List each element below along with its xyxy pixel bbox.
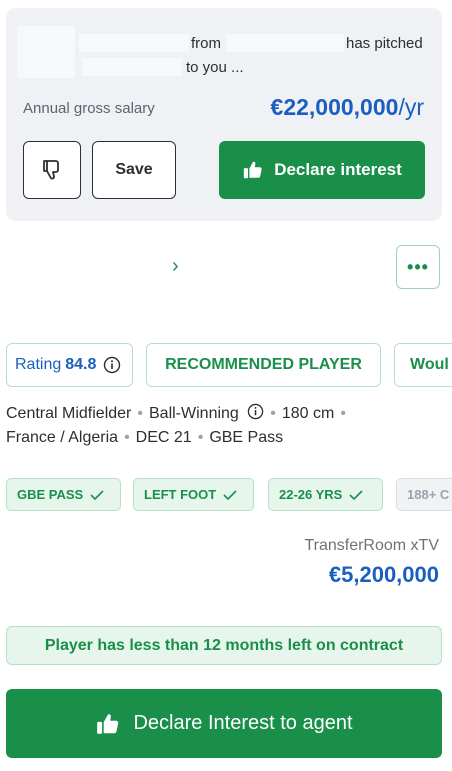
save-label: Save: [115, 161, 153, 178]
separator-dot: •: [270, 405, 276, 422]
nationality-text: France / Algeria: [6, 429, 119, 446]
info-icon[interactable]: [247, 403, 264, 420]
role-text: Ball-Winning: [149, 405, 239, 422]
rating-value: 84.8: [65, 356, 97, 373]
separator-dot: •: [197, 429, 204, 446]
pitched-text: has pitched: [346, 35, 423, 52]
thumbs-up-icon: [244, 161, 262, 179]
dob-text: DEC 21: [135, 429, 192, 446]
tag-label: 22-26 YRS: [279, 487, 343, 502]
check-icon: [223, 489, 237, 500]
contract-warning-text: Player has less than 12 months left on c…: [44, 636, 404, 654]
save-button[interactable]: Save: [92, 141, 176, 199]
recommended-player-chip[interactable]: RECOMMENDED PLAYER: [146, 343, 381, 387]
partial-chip-label: Woul: [410, 356, 449, 373]
salary-label: Annual gross salary: [23, 100, 155, 117]
declare-interest-to-agent-button[interactable]: Declare Interest to agent: [6, 689, 442, 758]
gbe-text: GBE Pass: [209, 429, 284, 446]
player-info-line-1: Central Midfielder • Ball-Winning • 180 cm •: [6, 403, 352, 423]
club-name-redacted: [226, 34, 344, 52]
club-logo-placeholder: [17, 26, 75, 78]
to-you-text: to you ...: [186, 59, 244, 76]
salary-value: €22,000,000/yr: [271, 94, 424, 121]
from-text: from: [191, 35, 221, 52]
more-options-button[interactable]: •••: [396, 245, 440, 289]
tag-age-range[interactable]: 22-26 YRS: [268, 478, 383, 511]
more-dots-icon: •••: [407, 256, 429, 277]
salary-amount: €22,000,000: [270, 94, 399, 120]
player-info-line-2: France / Algeria • DEC 21 • GBE Pass: [6, 429, 283, 447]
position-text: Central Midfielder: [6, 405, 132, 422]
chevron-right-icon[interactable]: ›: [172, 255, 179, 278]
rating-label: Rating: [15, 356, 62, 373]
height-text: 180 cm: [281, 405, 335, 422]
separator-dot: •: [137, 405, 143, 422]
dislike-button[interactable]: [23, 141, 81, 199]
declare-interest-label: Declare interest: [274, 160, 402, 179]
thumbs-up-icon: [97, 713, 119, 734]
check-icon: [90, 489, 104, 500]
separator-dot: •: [340, 405, 346, 422]
pitch-card: from has pitched to you ... Annual gross…: [6, 8, 442, 221]
xtv-label: TransferRoom xTV: [304, 537, 439, 554]
tag-label: GBE PASS: [17, 487, 84, 502]
declare-interest-button[interactable]: Declare interest: [219, 141, 425, 199]
salary-unit: /yr: [398, 94, 424, 120]
tag-gbe-pass[interactable]: GBE PASS: [6, 478, 121, 511]
xtv-value: €5,200,000: [328, 562, 439, 587]
recommended-label: RECOMMENDED PLAYER: [165, 356, 362, 373]
info-icon[interactable]: [103, 356, 121, 374]
tag-left-foot[interactable]: LEFT FOOT: [133, 478, 254, 511]
contract-warning-banner: Player has less than 12 months left on c…: [6, 626, 442, 665]
rating-chip[interactable]: Rating 84.8: [6, 343, 133, 387]
separator-dot: •: [124, 429, 130, 446]
player-name-redacted: [82, 58, 182, 76]
thumbs-down-icon: [43, 160, 59, 180]
agent-name-redacted: [79, 34, 189, 52]
check-icon: [349, 489, 363, 500]
cta-label: Declare Interest to agent: [133, 712, 353, 734]
partial-chip[interactable]: Woul: [394, 343, 452, 387]
tag-height[interactable]: 188+ C: [396, 478, 452, 511]
tag-label: 188+ C: [407, 487, 450, 502]
tag-label: LEFT FOOT: [144, 487, 217, 502]
